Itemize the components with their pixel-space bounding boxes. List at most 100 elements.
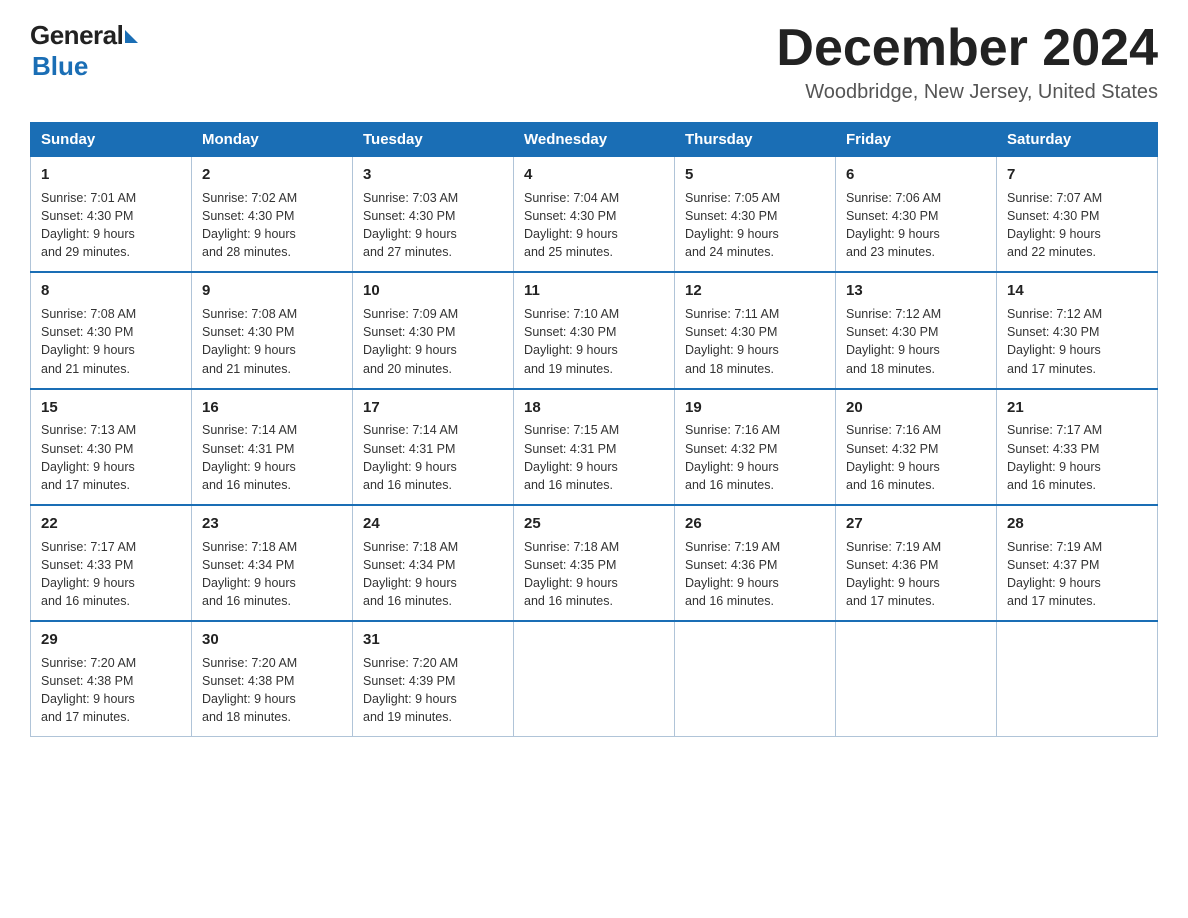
day-number: 29: [41, 629, 181, 651]
calendar-day-cell: 24 Sunrise: 7:18 AM Sunset: 4:34 PM Dayl…: [353, 505, 514, 621]
day-number: 7: [1007, 164, 1147, 186]
calendar-day-cell: 21 Sunrise: 7:17 AM Sunset: 4:33 PM Dayl…: [997, 389, 1158, 505]
calendar-week-row: 29 Sunrise: 7:20 AM Sunset: 4:38 PM Dayl…: [31, 621, 1158, 737]
day-daylight: Daylight: 9 hours: [202, 690, 342, 708]
day-sunset: Sunset: 4:30 PM: [202, 323, 342, 341]
day-number: 26: [685, 513, 825, 535]
day-daylight-cont: and 24 minutes.: [685, 243, 825, 261]
day-sunset: Sunset: 4:30 PM: [846, 207, 986, 225]
day-daylight: Daylight: 9 hours: [524, 458, 664, 476]
location-subtitle: Woodbridge, New Jersey, United States: [776, 81, 1158, 104]
calendar-day-cell: 8 Sunrise: 7:08 AM Sunset: 4:30 PM Dayli…: [31, 272, 192, 388]
calendar-day-cell: [997, 621, 1158, 737]
day-daylight-cont: and 16 minutes.: [685, 592, 825, 610]
day-number: 25: [524, 513, 664, 535]
day-daylight: Daylight: 9 hours: [41, 574, 181, 592]
day-sunset: Sunset: 4:30 PM: [41, 207, 181, 225]
day-sunrise: Sunrise: 7:02 AM: [202, 189, 342, 207]
calendar-day-cell: 28 Sunrise: 7:19 AM Sunset: 4:37 PM Dayl…: [997, 505, 1158, 621]
day-daylight-cont: and 19 minutes.: [524, 360, 664, 378]
col-header-monday: Monday: [192, 123, 353, 157]
col-header-wednesday: Wednesday: [514, 123, 675, 157]
day-sunset: Sunset: 4:32 PM: [846, 440, 986, 458]
day-daylight: Daylight: 9 hours: [846, 225, 986, 243]
day-number: 8: [41, 280, 181, 302]
day-sunset: Sunset: 4:30 PM: [685, 323, 825, 341]
day-number: 30: [202, 629, 342, 651]
day-number: 24: [363, 513, 503, 535]
day-sunset: Sunset: 4:30 PM: [524, 323, 664, 341]
day-number: 15: [41, 397, 181, 419]
day-sunrise: Sunrise: 7:14 AM: [202, 421, 342, 439]
day-daylight-cont: and 16 minutes.: [202, 592, 342, 610]
day-number: 31: [363, 629, 503, 651]
day-sunrise: Sunrise: 7:12 AM: [1007, 305, 1147, 323]
day-sunrise: Sunrise: 7:15 AM: [524, 421, 664, 439]
calendar-day-cell: 19 Sunrise: 7:16 AM Sunset: 4:32 PM Dayl…: [675, 389, 836, 505]
day-sunrise: Sunrise: 7:11 AM: [685, 305, 825, 323]
day-daylight: Daylight: 9 hours: [41, 225, 181, 243]
day-sunrise: Sunrise: 7:08 AM: [202, 305, 342, 323]
day-daylight-cont: and 28 minutes.: [202, 243, 342, 261]
calendar-day-cell: 13 Sunrise: 7:12 AM Sunset: 4:30 PM Dayl…: [836, 272, 997, 388]
day-daylight-cont: and 20 minutes.: [363, 360, 503, 378]
calendar-day-cell: 20 Sunrise: 7:16 AM Sunset: 4:32 PM Dayl…: [836, 389, 997, 505]
month-title: December 2024: [776, 20, 1158, 77]
day-sunrise: Sunrise: 7:19 AM: [846, 538, 986, 556]
day-sunrise: Sunrise: 7:16 AM: [685, 421, 825, 439]
day-number: 5: [685, 164, 825, 186]
day-daylight: Daylight: 9 hours: [685, 225, 825, 243]
calendar-day-cell: [675, 621, 836, 737]
calendar-day-cell: 9 Sunrise: 7:08 AM Sunset: 4:30 PM Dayli…: [192, 272, 353, 388]
day-daylight: Daylight: 9 hours: [685, 341, 825, 359]
calendar-day-cell: 17 Sunrise: 7:14 AM Sunset: 4:31 PM Dayl…: [353, 389, 514, 505]
page-header: General Blue December 2024 Woodbridge, N…: [30, 20, 1158, 104]
day-daylight: Daylight: 9 hours: [1007, 574, 1147, 592]
day-sunrise: Sunrise: 7:08 AM: [41, 305, 181, 323]
day-sunset: Sunset: 4:38 PM: [202, 672, 342, 690]
day-sunrise: Sunrise: 7:20 AM: [41, 654, 181, 672]
day-daylight-cont: and 16 minutes.: [363, 476, 503, 494]
day-daylight: Daylight: 9 hours: [41, 341, 181, 359]
day-sunset: Sunset: 4:36 PM: [685, 556, 825, 574]
day-daylight-cont: and 16 minutes.: [846, 476, 986, 494]
day-sunset: Sunset: 4:35 PM: [524, 556, 664, 574]
day-sunset: Sunset: 4:34 PM: [202, 556, 342, 574]
day-number: 27: [846, 513, 986, 535]
day-number: 11: [524, 280, 664, 302]
day-sunset: Sunset: 4:30 PM: [1007, 323, 1147, 341]
day-daylight-cont: and 17 minutes.: [41, 708, 181, 726]
day-number: 13: [846, 280, 986, 302]
calendar-day-cell: [836, 621, 997, 737]
day-sunset: Sunset: 4:32 PM: [685, 440, 825, 458]
day-sunset: Sunset: 4:37 PM: [1007, 556, 1147, 574]
day-daylight-cont: and 23 minutes.: [846, 243, 986, 261]
logo-general-text: General: [30, 20, 123, 51]
day-daylight-cont: and 16 minutes.: [363, 592, 503, 610]
day-sunset: Sunset: 4:31 PM: [524, 440, 664, 458]
day-sunset: Sunset: 4:34 PM: [363, 556, 503, 574]
day-sunrise: Sunrise: 7:01 AM: [41, 189, 181, 207]
day-sunset: Sunset: 4:30 PM: [846, 323, 986, 341]
calendar-day-cell: 31 Sunrise: 7:20 AM Sunset: 4:39 PM Dayl…: [353, 621, 514, 737]
day-daylight-cont: and 18 minutes.: [846, 360, 986, 378]
day-daylight-cont: and 25 minutes.: [524, 243, 664, 261]
day-daylight-cont: and 21 minutes.: [202, 360, 342, 378]
day-number: 4: [524, 164, 664, 186]
day-daylight: Daylight: 9 hours: [363, 341, 503, 359]
day-daylight-cont: and 16 minutes.: [685, 476, 825, 494]
day-number: 6: [846, 164, 986, 186]
day-daylight-cont: and 16 minutes.: [202, 476, 342, 494]
calendar-day-cell: 15 Sunrise: 7:13 AM Sunset: 4:30 PM Dayl…: [31, 389, 192, 505]
day-sunrise: Sunrise: 7:20 AM: [363, 654, 503, 672]
day-sunrise: Sunrise: 7:19 AM: [685, 538, 825, 556]
day-number: 23: [202, 513, 342, 535]
day-number: 28: [1007, 513, 1147, 535]
calendar-day-cell: 18 Sunrise: 7:15 AM Sunset: 4:31 PM Dayl…: [514, 389, 675, 505]
day-daylight-cont: and 21 minutes.: [41, 360, 181, 378]
calendar-day-cell: 14 Sunrise: 7:12 AM Sunset: 4:30 PM Dayl…: [997, 272, 1158, 388]
day-sunrise: Sunrise: 7:05 AM: [685, 189, 825, 207]
calendar-week-row: 22 Sunrise: 7:17 AM Sunset: 4:33 PM Dayl…: [31, 505, 1158, 621]
day-sunrise: Sunrise: 7:14 AM: [363, 421, 503, 439]
day-sunset: Sunset: 4:31 PM: [202, 440, 342, 458]
